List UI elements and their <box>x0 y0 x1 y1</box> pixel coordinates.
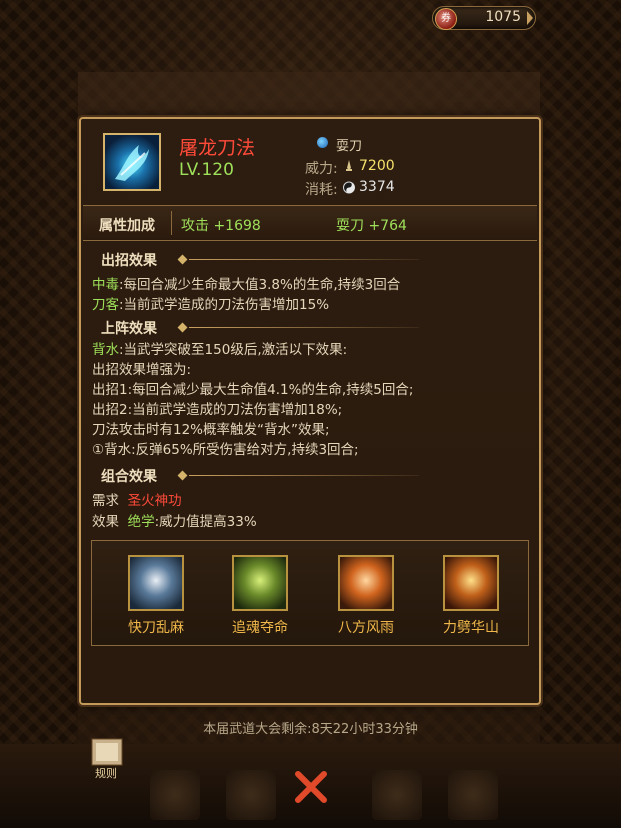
power-label: 威力: <box>305 161 338 177</box>
formation-effect-line: ①背水:反弹65%所受伤害给对方,持续3回合; <box>92 442 359 458</box>
combo-requirement: 需求 圣火神功 <box>92 493 182 509</box>
combo-effects-title: 组合效果 <box>101 469 157 485</box>
section-diamond-icon <box>177 470 188 481</box>
move-effect-line: 中毒:每回合减少生命最大值3.8%的生命,持续3回合 <box>92 277 401 293</box>
combo-skill-icon <box>232 555 288 611</box>
combo-skill-name: 八方风雨 <box>338 620 394 636</box>
combo-skill-name: 力劈华山 <box>443 620 499 636</box>
combo-skill-icon <box>338 555 394 611</box>
section-diamond-icon <box>177 254 188 265</box>
cost-label: 消耗: <box>305 182 338 198</box>
formation-effect-line: 出招2:当前武学造成的刀法伤害增加18%; <box>92 402 343 418</box>
nav-tab[interactable] <box>150 770 200 820</box>
combo-skill-name: 追魂夺命 <box>232 620 288 636</box>
power-value: 7200 <box>359 158 395 174</box>
nav-tab[interactable] <box>372 770 422 820</box>
skill-level: LV.120 <box>179 160 234 180</box>
blade-bonus: 耍刀 +764 <box>336 218 407 234</box>
nav-tab[interactable] <box>226 770 276 820</box>
crossed-swords-icon[interactable] <box>294 770 328 804</box>
formation-effects-title: 上阵效果 <box>101 321 157 337</box>
sword-power-icon <box>346 160 352 171</box>
skill-icon <box>103 133 161 191</box>
skill-detail-panel: 屠龙刀法 LV.120 耍刀 威力: 7200 消耗: 3374 属性加成 攻击… <box>79 117 541 705</box>
move-effect-line: 刀客:当前武学造成的刀法伤害增加15% <box>92 297 330 313</box>
formation-effect-line: 刀法攻击时有12%概率触发“背水”效果; <box>92 422 330 438</box>
weapon-type-label: 耍刀 <box>336 139 363 154</box>
attack-bonus: 攻击 +1698 <box>181 218 261 234</box>
rules-label[interactable]: 规则 <box>95 765 117 781</box>
currency-value: 1075 <box>485 9 521 25</box>
red-coin-icon: 券 <box>435 8 457 30</box>
combo-skill-icon <box>443 555 499 611</box>
skill-name: 屠龙刀法 <box>179 137 256 159</box>
combo-skill-icon <box>128 555 184 611</box>
formation-effect-line: 背水:当武学突破至150级后,激活以下效果: <box>92 342 348 358</box>
attribute-bonus-bar: 属性加成 攻击 +1698 耍刀 +764 <box>83 205 537 241</box>
attribute-divider <box>171 211 172 235</box>
nav-tab[interactable] <box>448 770 498 820</box>
combo-effect: 效果 绝学:威力值提高33% <box>92 514 257 530</box>
section-divider <box>189 327 419 328</box>
combo-skill-list: 快刀乱麻 追魂夺命 八方风雨 力劈华山 <box>91 540 529 646</box>
currency-display[interactable]: 券 1075 <box>432 6 536 30</box>
section-divider <box>189 475 419 476</box>
currency-arrow-icon <box>527 11 533 25</box>
move-effects-title: 出招效果 <box>101 253 157 269</box>
weapon-type-icon <box>317 137 328 148</box>
formation-effect-line: 出招1:每回合减少最大生命值4.1%的生命,持续5回合; <box>92 382 414 398</box>
section-divider <box>189 259 419 260</box>
formation-effect-line: 出招效果增强为: <box>92 362 192 378</box>
attribute-title: 属性加成 <box>99 218 155 234</box>
section-diamond-icon <box>177 322 188 333</box>
yin-yang-icon <box>343 181 355 194</box>
cost-value: 3374 <box>359 179 395 195</box>
combo-skill-name: 快刀乱麻 <box>128 620 184 636</box>
